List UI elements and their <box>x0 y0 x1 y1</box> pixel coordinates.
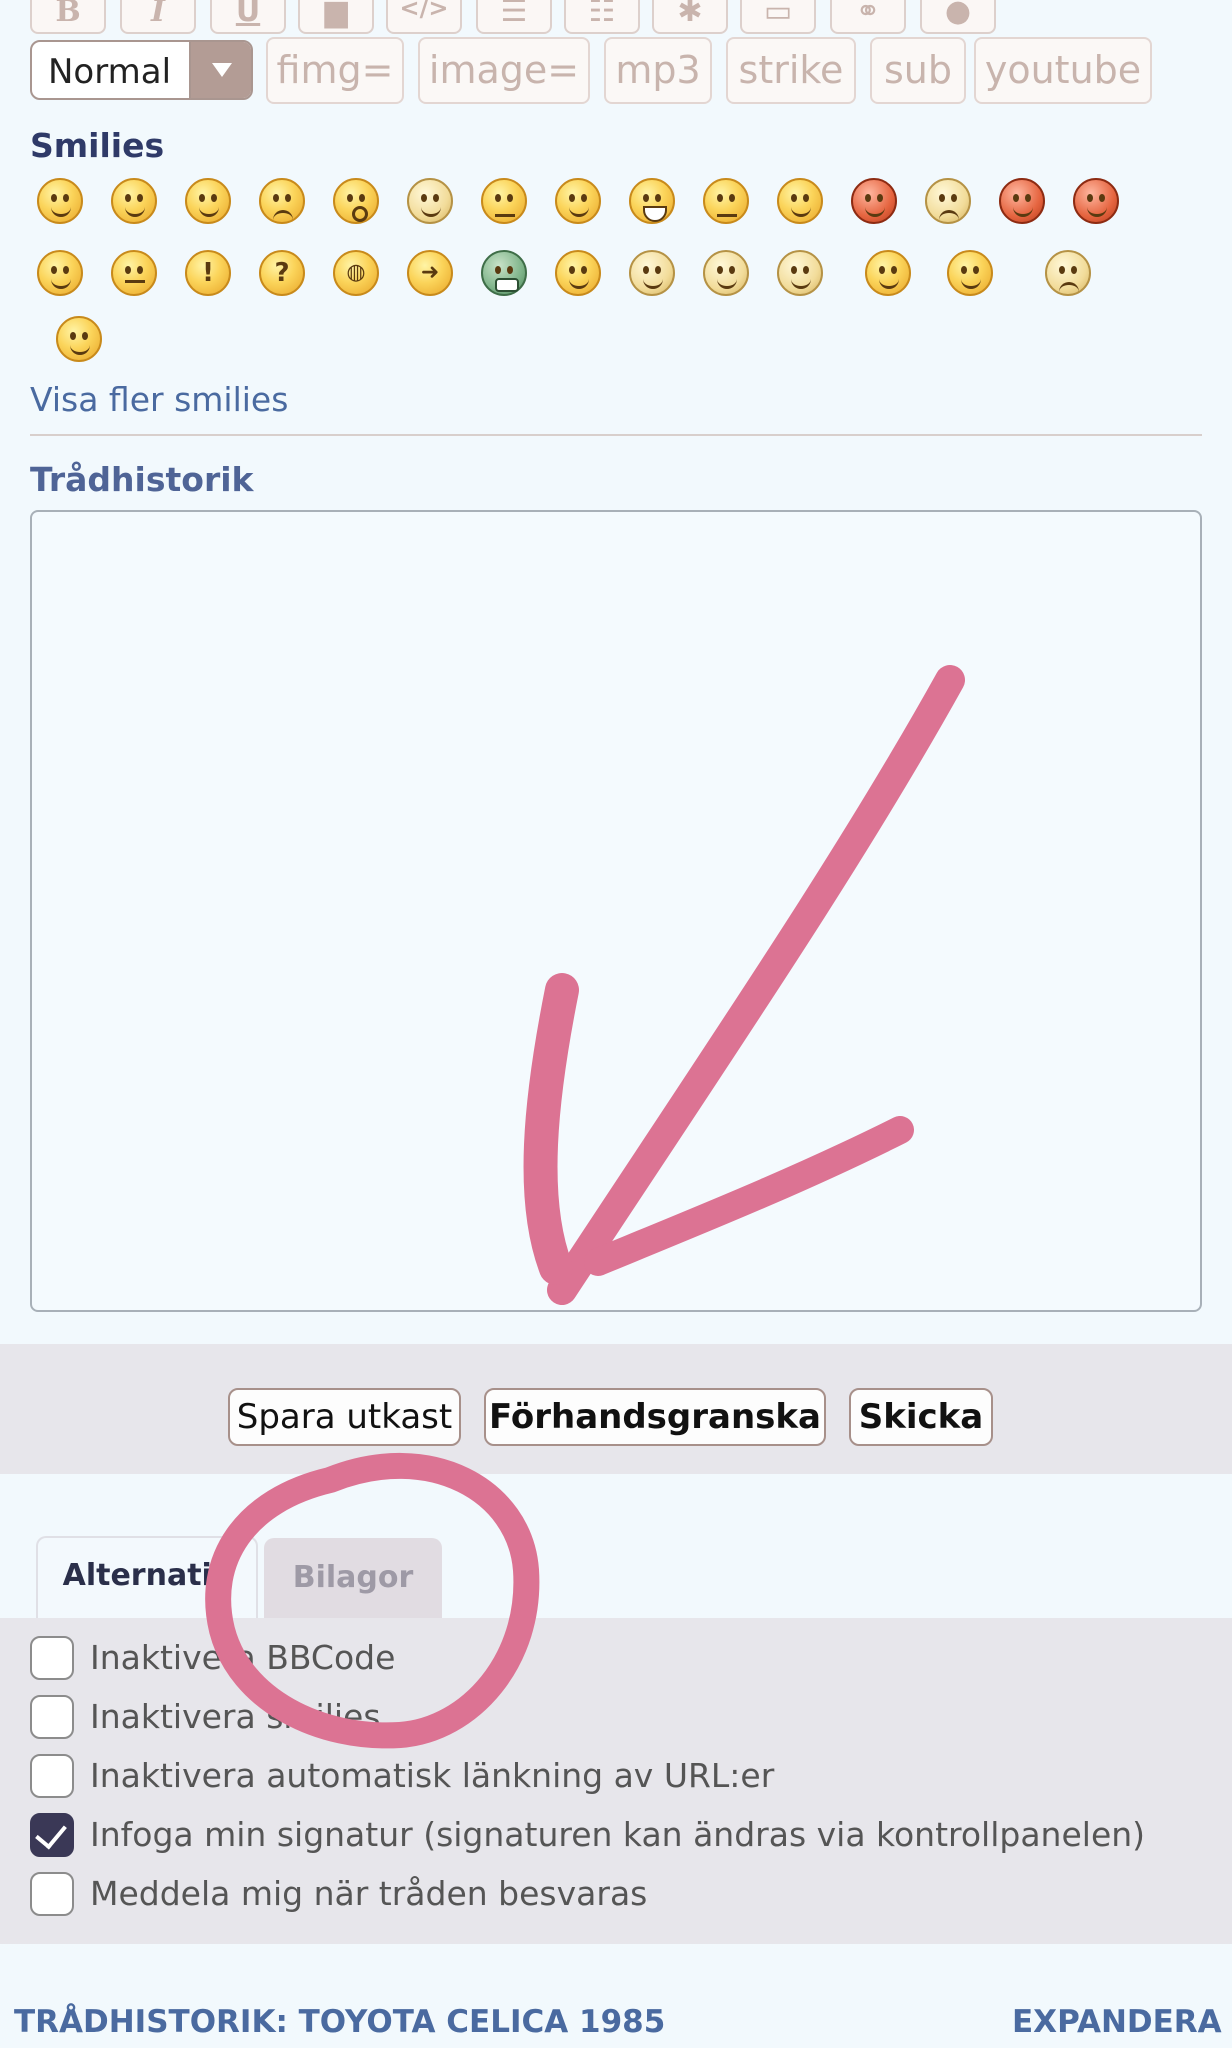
send-button[interactable]: Skicka <box>849 1388 993 1446</box>
image-button[interactable]: ▭ <box>740 0 816 34</box>
laugh-smiley-icon[interactable] <box>629 178 675 224</box>
neutral-smiley-icon[interactable] <box>111 250 157 296</box>
smilies-heading: Smilies <box>30 126 165 165</box>
color-button[interactable]: ● <box>920 0 996 34</box>
option-label: Inaktivera automatisk länkning av URL:er <box>90 1756 775 1795</box>
strike-button[interactable]: strike <box>726 37 856 104</box>
code-icon: </> <box>399 0 449 22</box>
thread-history-footer-title: TRÅDHISTORIK: TOYOTA CELICA 1985 <box>14 2004 666 2040</box>
mp3-button[interactable]: mp3 <box>604 37 712 104</box>
option-label: Infoga min signatur (signaturen kan ändr… <box>90 1815 1146 1854</box>
youtube-button[interactable]: youtube <box>974 37 1152 104</box>
surprised-smiley-icon[interactable] <box>333 178 379 224</box>
thumbs-up-smiley-icon[interactable] <box>56 316 102 362</box>
quote-button[interactable]: ▆ <box>298 0 374 34</box>
monocle-smiley-icon[interactable] <box>703 250 749 296</box>
show-more-smilies-link[interactable]: Visa fler smilies <box>30 380 288 419</box>
chevron-down-icon <box>189 42 251 98</box>
image-icon: ▭ <box>763 0 793 29</box>
evil-smiley-icon[interactable] <box>999 178 1045 224</box>
geek-smiley-icon[interactable] <box>555 250 601 296</box>
smile-smiley-icon[interactable] <box>111 178 157 224</box>
numbered-list-button[interactable]: ☷ <box>564 0 640 34</box>
italic-button[interactable]: I <box>120 0 196 34</box>
checkbox-checked[interactable] <box>30 1813 74 1857</box>
cool-smiley-icon[interactable] <box>555 178 601 224</box>
twisted-smiley-icon[interactable] <box>1073 178 1119 224</box>
bulleted-list-icon: ☰ <box>500 0 528 29</box>
option-label: Inaktivera smilies <box>90 1697 381 1736</box>
font-size-select[interactable]: Normal <box>30 40 253 100</box>
underline-button[interactable]: U <box>210 0 286 34</box>
thread-history-heading: Trådhistorik <box>30 460 254 499</box>
hug-smiley-icon[interactable] <box>865 250 911 296</box>
nerd-smiley-icon[interactable] <box>629 250 675 296</box>
underline-icon: U <box>235 0 261 29</box>
sad-smiley-icon[interactable] <box>259 178 305 224</box>
checkbox[interactable] <box>30 1872 74 1916</box>
italic-icon: I <box>150 0 166 29</box>
code-button[interactable]: </> <box>386 0 462 34</box>
cry-smiley-icon[interactable] <box>925 178 971 224</box>
color-icon: ● <box>944 0 972 29</box>
confused-smiley-icon[interactable] <box>481 178 527 224</box>
sick-smiley-icon[interactable] <box>777 250 823 296</box>
section-divider <box>30 434 1202 436</box>
kiss-smiley-icon[interactable] <box>947 250 993 296</box>
question-smiley-icon[interactable]: ? <box>259 250 305 296</box>
sub-button[interactable]: sub <box>870 37 966 104</box>
tab-options[interactable]: Alternativ <box>36 1536 258 1620</box>
star-icon: ✱ <box>677 0 703 29</box>
preview-button[interactable]: Förhandsgranska <box>484 1388 826 1446</box>
quote-icon: ▆ <box>324 0 348 29</box>
save-draft-button[interactable]: Spara utkast <box>228 1388 461 1446</box>
embarrassed-smiley-icon[interactable] <box>851 178 897 224</box>
checkbox[interactable] <box>30 1695 74 1739</box>
exclaim-smiley-icon[interactable]: ! <box>185 250 231 296</box>
wink-smiley-icon[interactable] <box>185 178 231 224</box>
bulleted-list-button[interactable]: ☰ <box>476 0 552 34</box>
star-button[interactable]: ✱ <box>652 0 728 34</box>
grin-smiley-icon[interactable] <box>37 178 83 224</box>
thread-history-box[interactable] <box>30 510 1202 1312</box>
fimg-button[interactable]: fimg= <box>266 37 404 104</box>
razz-smiley-icon[interactable] <box>777 178 823 224</box>
image-tag-button[interactable]: image= <box>418 37 590 104</box>
idea-smiley-icon[interactable]: ◍ <box>333 250 379 296</box>
link-icon: ⚭ <box>855 0 881 29</box>
roll-eyes-smiley-icon[interactable] <box>37 250 83 296</box>
eek-smiley-icon[interactable] <box>407 178 453 224</box>
green-grin-smiley-icon[interactable] <box>481 250 527 296</box>
option-label: Inaktivera BBCode <box>90 1638 396 1677</box>
expand-link[interactable]: EXPANDERA <box>1012 2004 1222 2040</box>
bold-button[interactable]: B <box>30 0 106 34</box>
font-size-value: Normal <box>48 52 172 92</box>
checkbox[interactable] <box>30 1636 74 1680</box>
bold-icon: B <box>55 0 81 29</box>
option-label: Meddela mig när tråden besvaras <box>90 1874 648 1913</box>
tab-attachments[interactable]: Bilagor <box>264 1538 442 1620</box>
checkbox[interactable] <box>30 1754 74 1798</box>
numbered-list-icon: ☷ <box>588 0 616 29</box>
link-button[interactable]: ⚭ <box>830 0 906 34</box>
mad-smiley-icon[interactable] <box>703 178 749 224</box>
arrow-smiley-icon[interactable]: ➜ <box>407 250 453 296</box>
thumbs-down-smiley-icon[interactable] <box>1045 250 1091 296</box>
